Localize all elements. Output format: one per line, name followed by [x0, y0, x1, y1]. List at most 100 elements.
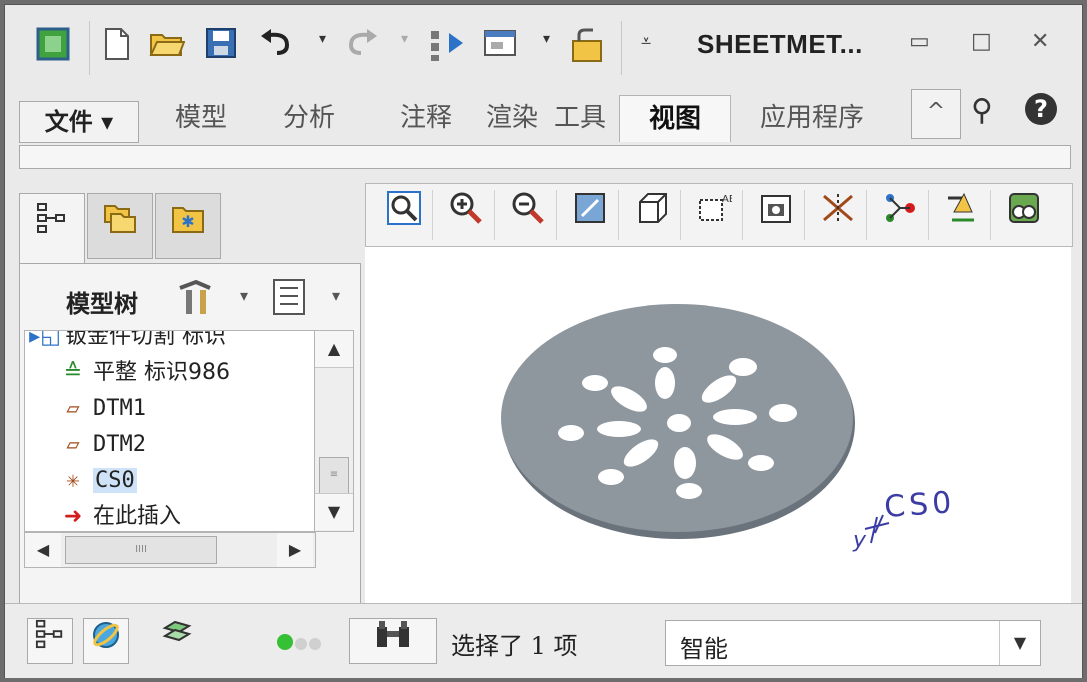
find-button[interactable]: [349, 618, 437, 664]
binoculars-icon: [377, 621, 409, 647]
cs0-axis-y-label: y: [852, 528, 867, 553]
graphics-area[interactable]: y CS0: [365, 247, 1071, 603]
tree-settings-dropdown-icon[interactable]: ▾: [240, 286, 248, 305]
display-style-icon[interactable]: [624, 190, 681, 240]
model-tree: ▸◱ 钣金件切割 标识 ≙ 平整 标识986 ▱ DTM1 ▱ DTM2 ✳ CS0 ➜ 在…: [24, 330, 316, 532]
datum-plane-icon: ▱: [66, 396, 80, 421]
toggle-navigator-icon[interactable]: [27, 618, 73, 664]
saved-orientations-icon[interactable]: AB: [686, 190, 743, 240]
application-window: ▾ ▾ ▾ ⩡ SHEETMET... ▭ □ ✕ 文件 ▾ 模型 分析 注释 …: [4, 4, 1083, 678]
regenerate-icon[interactable]: [427, 27, 467, 67]
undo-dropdown-icon[interactable]: ▾: [319, 31, 326, 47]
tab-render[interactable]: 渲染: [477, 95, 547, 141]
scroll-thumb[interactable]: ≡: [319, 457, 349, 495]
undo-icon[interactable]: [257, 27, 297, 67]
tree-item-label: 平整 标识986: [93, 360, 230, 385]
tree-show-icon[interactable]: [272, 278, 306, 323]
tab-model[interactable]: 模型: [157, 95, 245, 141]
tree-item-dtm1[interactable]: ▱ DTM1: [53, 391, 146, 427]
tree-item-flatten[interactable]: ≙ 平整 标识986: [53, 355, 230, 391]
status-lights: [277, 634, 323, 654]
cs0-label: CS0: [883, 485, 956, 525]
refit-icon[interactable]: [376, 190, 433, 240]
svg-text:AB: AB: [722, 194, 732, 205]
svg-text:?: ?: [1034, 95, 1048, 123]
tree-item-label: 钣金件切割 标识: [65, 330, 226, 349]
new-icon[interactable]: [97, 27, 137, 67]
zoom-out-icon[interactable]: [500, 190, 557, 240]
window-title: SHEETMET...: [697, 29, 863, 59]
annotation-display-icon[interactable]: [934, 190, 991, 240]
tab-applications[interactable]: 应用程序: [737, 95, 887, 141]
model-tree-title: 模型树: [66, 289, 138, 318]
selection-status-message: 选择了 1 项: [451, 632, 578, 660]
model-tree-horizontal-scrollbar[interactable]: ◀ IIII ▶: [24, 532, 316, 568]
status-light-icon: [309, 638, 321, 650]
selection-filter-value: 智能: [680, 635, 728, 663]
window-icon[interactable]: [481, 27, 521, 67]
collapse-ribbon-button[interactable]: ^: [911, 89, 961, 139]
minimize-button[interactable]: ▭: [909, 29, 930, 54]
toggle-browser-icon[interactable]: [83, 618, 129, 664]
status-bar: 选择了 1 项 智能 ▼: [5, 603, 1082, 678]
scroll-right-icon[interactable]: ▶: [277, 533, 313, 567]
save-icon[interactable]: [201, 27, 241, 67]
status-light-icon: [295, 638, 307, 650]
window-dropdown-icon[interactable]: ▾: [543, 31, 550, 47]
insert-here-icon: ➜: [63, 504, 83, 529]
search-icon[interactable]: ⚲: [971, 93, 993, 128]
chevron-down-icon[interactable]: ▼: [999, 621, 1040, 665]
model-viewport[interactable]: y CS0: [365, 247, 1071, 603]
datum-plane-icon: ▱: [66, 432, 80, 457]
tab-view[interactable]: 视图: [619, 95, 731, 142]
coordinate-system-annotation[interactable]: y CS0: [852, 485, 956, 553]
tab-annotate[interactable]: 注释: [371, 95, 481, 141]
tree-show-dropdown-icon[interactable]: ▾: [332, 286, 340, 305]
scroll-left-icon[interactable]: ◀: [25, 533, 61, 567]
scroll-up-icon[interactable]: ▲: [315, 331, 353, 368]
tree-item-label: DTM1: [93, 396, 146, 421]
toolbar-separator: [621, 21, 622, 75]
flatten-icon: ≙: [63, 360, 83, 385]
tree-item-sheetmetal-cut[interactable]: ▸◱ 钣金件切割 标识: [25, 330, 226, 355]
tree-item-insert-here[interactable]: ➜ 在此插入: [53, 499, 182, 531]
model-tree-panel: 模型树 ▾ ▾ ▸◱ 钣金件切割 标识 ≙ 平整 标识986 ▱ DTM1 ▱ DTM2…: [19, 263, 361, 607]
tree-item-label: 在此插入: [93, 504, 182, 529]
model-tree-tab-icon[interactable]: [19, 193, 85, 264]
help-icon[interactable]: ?: [1023, 91, 1059, 135]
selection-filter-select[interactable]: 智能 ▼: [665, 620, 1041, 666]
maximize-button[interactable]: □: [971, 29, 992, 54]
repaint-icon[interactable]: [562, 190, 619, 240]
spin-center-icon[interactable]: [872, 190, 929, 240]
redo-icon[interactable]: [341, 27, 381, 67]
tab-analysis[interactable]: 分析: [251, 95, 367, 141]
ribbon-content-strip: [19, 145, 1071, 169]
tab-tools[interactable]: 工具: [543, 95, 617, 141]
app-logo-icon[interactable]: [33, 27, 73, 67]
favorites-tab-icon[interactable]: ✱: [155, 193, 221, 259]
datum-display-filters-icon[interactable]: [810, 190, 867, 240]
scroll-thumb[interactable]: IIII: [65, 536, 217, 564]
tree-item-dtm2[interactable]: ▱ DTM2: [53, 427, 146, 463]
status-light-icon: [277, 634, 293, 650]
full-screen-icon[interactable]: [155, 618, 199, 662]
close-window-icon[interactable]: [567, 27, 607, 67]
tree-item-cs0[interactable]: ✳ CS0: [53, 463, 137, 499]
view-manager-icon[interactable]: [748, 190, 805, 240]
model-tree-vertical-scrollbar[interactable]: ▲ ≡ ▼: [314, 330, 354, 532]
zoom-in-icon[interactable]: [438, 190, 495, 240]
toolbar-separator: [89, 21, 90, 75]
close-button[interactable]: ✕: [1031, 29, 1049, 54]
tab-file[interactable]: 文件 ▾: [19, 101, 139, 143]
tree-settings-icon[interactable]: [176, 278, 216, 325]
folder-browser-tab-icon[interactable]: [87, 193, 153, 259]
quick-access-toolbar: ▾ ▾ ▾ ⩡ SHEETMET... ▭ □ ✕: [5, 5, 1082, 87]
coordinate-system-icon: ✳: [66, 468, 80, 493]
customize-icon[interactable]: ⩡: [641, 31, 651, 52]
open-icon[interactable]: [147, 27, 187, 67]
appearance-icon[interactable]: [996, 190, 1052, 240]
svg-text:✱: ✱: [181, 212, 194, 231]
tree-item-label: DTM2: [93, 432, 146, 457]
scroll-down-icon[interactable]: ▼: [315, 493, 353, 530]
redo-dropdown-icon[interactable]: ▾: [401, 31, 408, 47]
